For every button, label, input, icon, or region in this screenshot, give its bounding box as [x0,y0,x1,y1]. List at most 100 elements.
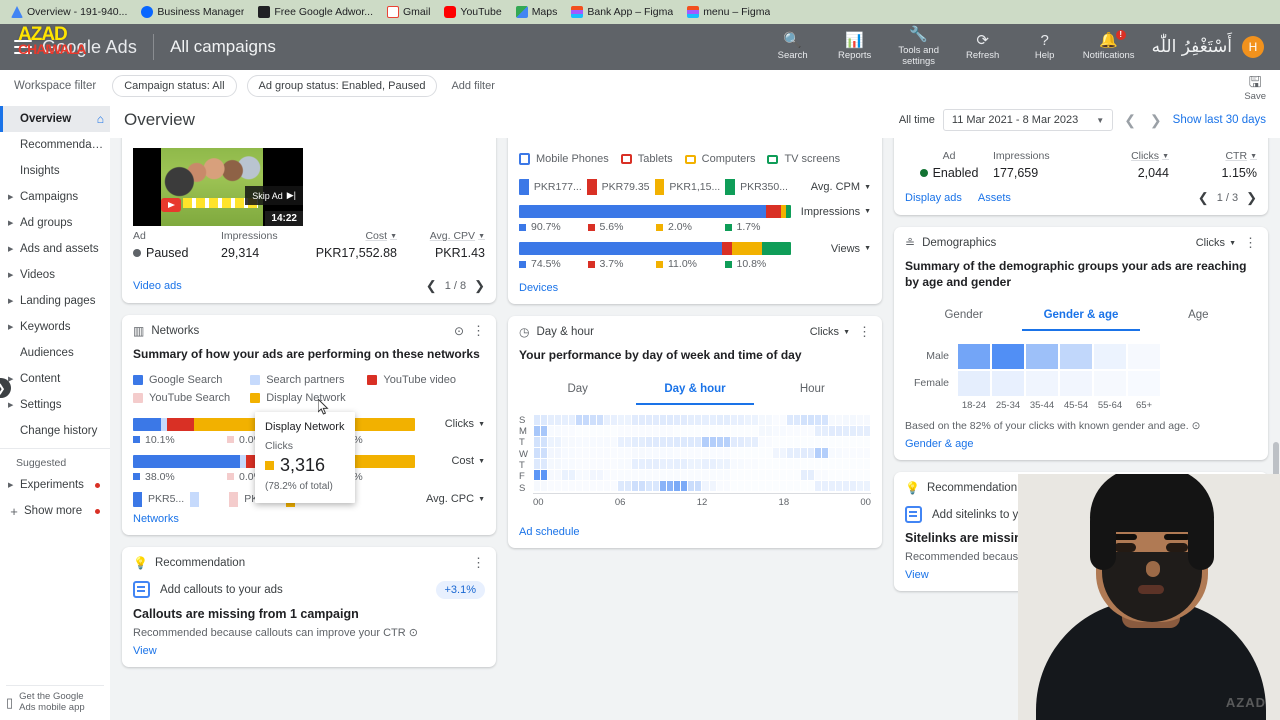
heatmap-cell[interactable] [688,437,695,448]
heatmap-cell[interactable] [822,426,829,437]
heatmap-cell[interactable] [674,415,681,426]
heatmap-cell[interactable] [695,481,702,492]
heatmap-cell[interactable] [674,437,681,448]
heatmap-cell[interactable] [815,470,822,481]
heatmap-cell[interactable] [681,459,688,470]
heatmap-cell[interactable] [815,426,822,437]
heatmap-cell[interactable] [758,448,765,459]
heatmap-cell[interactable] [688,426,695,437]
heatmap-cell[interactable] [829,415,836,426]
heatmap-cell[interactable] [610,470,617,481]
sidebar-item-insights[interactable]: Insights [0,158,110,184]
heatmap-cell[interactable] [794,448,801,459]
stat-header[interactable]: Cost ▼ [309,230,397,246]
heatmap-cell[interactable] [772,437,779,448]
heatmap-cell[interactable] [772,415,779,426]
heatmap-cell[interactable] [561,459,568,470]
heatmap-cell[interactable] [681,481,688,492]
heatmap-cell[interactable] [632,448,639,459]
heatmap-cell[interactable] [730,448,737,459]
stat-header[interactable]: Avg. CPV ▼ [397,230,485,246]
heatmap-cell[interactable] [716,470,723,481]
heatmap-cell[interactable] [540,459,547,470]
heatmap-cell[interactable] [765,448,772,459]
heatmap-cell[interactable] [617,481,625,492]
heatmap-cell[interactable] [575,415,582,426]
sidebar-item-audiences[interactable]: Audiences [0,340,110,366]
heatmap-cell[interactable] [829,437,836,448]
heatmap-cell[interactable] [688,459,695,470]
heatmap-cell[interactable] [575,437,582,448]
show-last-30-days-link[interactable]: Show last 30 days [1173,114,1266,126]
display-ads-link[interactable]: Display ads [905,192,962,204]
pager-next[interactable]: ❯ [1246,190,1257,206]
heatmap-cell[interactable] [554,459,561,470]
bookmark-item[interactable]: Overview - 191-940... [6,4,132,20]
heatmap-cell[interactable] [772,481,779,492]
heatmap-cell[interactable] [857,481,864,492]
heatmap-cell[interactable] [667,437,674,448]
heatmap-cell[interactable] [582,415,589,426]
heatmap-cell[interactable] [639,415,646,426]
heatmap-cell[interactable] [533,448,540,459]
heatmap-cell[interactable] [723,448,730,459]
networks-footer-link[interactable]: Networks [133,507,179,525]
heatmap-cell[interactable] [617,459,625,470]
heatmap-cell[interactable] [744,470,751,481]
heatmap-cell[interactable] [716,459,723,470]
heatmap-cell[interactable] [779,448,786,459]
heatmap-cell[interactable] [801,459,808,470]
heatmap-cell[interactable] [709,437,716,448]
heatmap-cell[interactable] [568,437,575,448]
heatmap-cell[interactable] [674,448,681,459]
heatmap-cell[interactable] [730,437,737,448]
heatmap-cell[interactable] [660,437,667,448]
bookmark-item[interactable]: menu – Figma [682,4,775,20]
heatmap-cell[interactable] [603,470,610,481]
add-filter-button[interactable]: Add filter [447,77,498,95]
heatmap-cell[interactable] [554,437,561,448]
demographics-cell[interactable] [1025,370,1059,398]
heatmap-cell[interactable] [864,448,871,459]
heatmap-cell[interactable] [632,415,639,426]
heatmap-cell[interactable] [667,426,674,437]
heatmap-cell[interactable] [864,470,871,481]
heatmap-cell[interactable] [653,415,660,426]
heatmap-cell[interactable] [639,470,646,481]
heatmap-cell[interactable] [688,415,695,426]
heatmap-cell[interactable] [646,459,653,470]
stacked-bar[interactable] [519,205,791,218]
heatmap-cell[interactable] [843,415,850,426]
heatmap-cell[interactable] [603,437,610,448]
heatmap-cell[interactable] [561,470,568,481]
heatmap-cell[interactable] [744,448,751,459]
heatmap-cell[interactable] [794,437,801,448]
devices-metric-avg-cpm[interactable]: Avg. CPM ▼ [801,181,871,193]
heatmap-cell[interactable] [730,470,737,481]
heatmap-cell[interactable] [744,459,751,470]
heatmap-cell[interactable] [653,437,660,448]
heatmap-cell[interactable] [737,481,744,492]
heatmap-cell[interactable] [575,448,582,459]
demographics-cell[interactable] [991,343,1025,371]
heatmap-cell[interactable] [582,470,589,481]
demographics-cell[interactable] [1025,343,1059,371]
heatmap-cell[interactable] [801,437,808,448]
devices-footer-link[interactable]: Devices [519,276,558,294]
heatmap-cell[interactable] [667,415,674,426]
heatmap-cell[interactable] [547,448,554,459]
heatmap-cell[interactable] [723,437,730,448]
heatmap-cell[interactable] [617,448,625,459]
sidebar-item-videos[interactable]: ▶ Videos [0,262,110,288]
heatmap-cell[interactable] [533,481,540,492]
heatmap-cell[interactable] [786,459,794,470]
heatmap-cell[interactable] [582,426,589,437]
heatmap-cell[interactable] [540,437,547,448]
heatmap-cell[interactable] [751,426,758,437]
heatmap-cell[interactable] [716,481,723,492]
pager-prev[interactable]: ❮ [426,278,437,294]
heatmap-cell[interactable] [540,470,547,481]
heatmap-cell[interactable] [751,448,758,459]
heatmap-cell[interactable] [709,426,716,437]
day-hour-heatmap[interactable]: S M T W T F S [519,405,871,494]
